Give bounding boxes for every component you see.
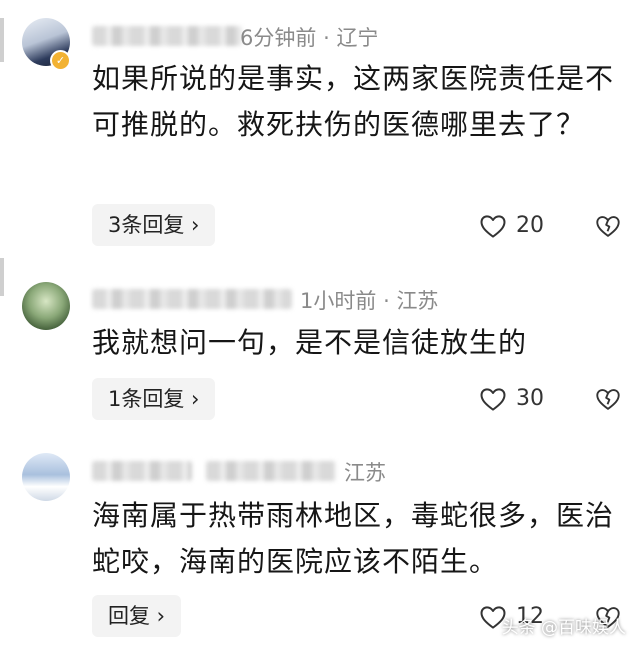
meta-separator: · bbox=[323, 26, 330, 50]
comment-time: 6分钟前 bbox=[240, 26, 317, 50]
comment-meta: 江苏 bbox=[344, 457, 386, 487]
comment-location: 江苏 bbox=[344, 461, 386, 485]
comment-text: 海南属于热带雨林地区，毒蛇很多，医治蛇咬，海南的医院应该不陌生。 bbox=[92, 499, 615, 578]
comment-meta: 6分钟前 · 辽宁 bbox=[240, 22, 378, 52]
comment-text: 我就想问一句，是不是信徒放生的 bbox=[92, 326, 528, 359]
comment-item: 1小时前 · 江苏 我就想问一句，是不是信徒放生的 1条回复 › 30 bbox=[0, 258, 640, 433]
source-watermark: 头条 @百味娱人 bbox=[501, 618, 626, 638]
comment-location: 辽宁 bbox=[336, 26, 379, 50]
left-edge-bar bbox=[0, 258, 4, 296]
meta-separator: · bbox=[383, 289, 390, 313]
like-count: 30 bbox=[516, 386, 544, 411]
comment-item: ✓ 6分钟前 · 辽宁 如果所说的是事实，这两家医院责任是不可推脱的。救死扶伤的… bbox=[0, 0, 640, 258]
verified-badge-icon: ✓ bbox=[50, 50, 71, 71]
left-edge-bar bbox=[0, 18, 4, 62]
broken-heart-icon[interactable] bbox=[594, 212, 622, 240]
broken-heart-icon[interactable] bbox=[594, 385, 622, 413]
view-replies-button[interactable]: 1条回复 › bbox=[92, 378, 216, 420]
avatar[interactable] bbox=[22, 282, 70, 330]
heart-outline-icon bbox=[480, 215, 506, 238]
comment-time: 1小时前 bbox=[300, 289, 377, 313]
like-count: 20 bbox=[516, 213, 544, 238]
heart-outline-icon bbox=[480, 388, 506, 411]
username-blurred[interactable] bbox=[206, 461, 336, 481]
view-replies-button[interactable]: 3条回复 › bbox=[92, 204, 216, 246]
view-replies-button[interactable]: 回复 › bbox=[92, 595, 182, 637]
comment-meta: 1小时前 · 江苏 bbox=[300, 285, 438, 315]
comment-location: 江苏 bbox=[396, 289, 439, 313]
username-blurred[interactable] bbox=[92, 461, 192, 481]
avatar[interactable] bbox=[22, 453, 70, 501]
username-blurred[interactable] bbox=[92, 26, 242, 46]
comment-text: 如果所说的是事实，这两家医院责任是不可推脱的。救死扶伤的医德哪里去了？ bbox=[92, 62, 615, 141]
username-blurred[interactable] bbox=[92, 289, 292, 309]
